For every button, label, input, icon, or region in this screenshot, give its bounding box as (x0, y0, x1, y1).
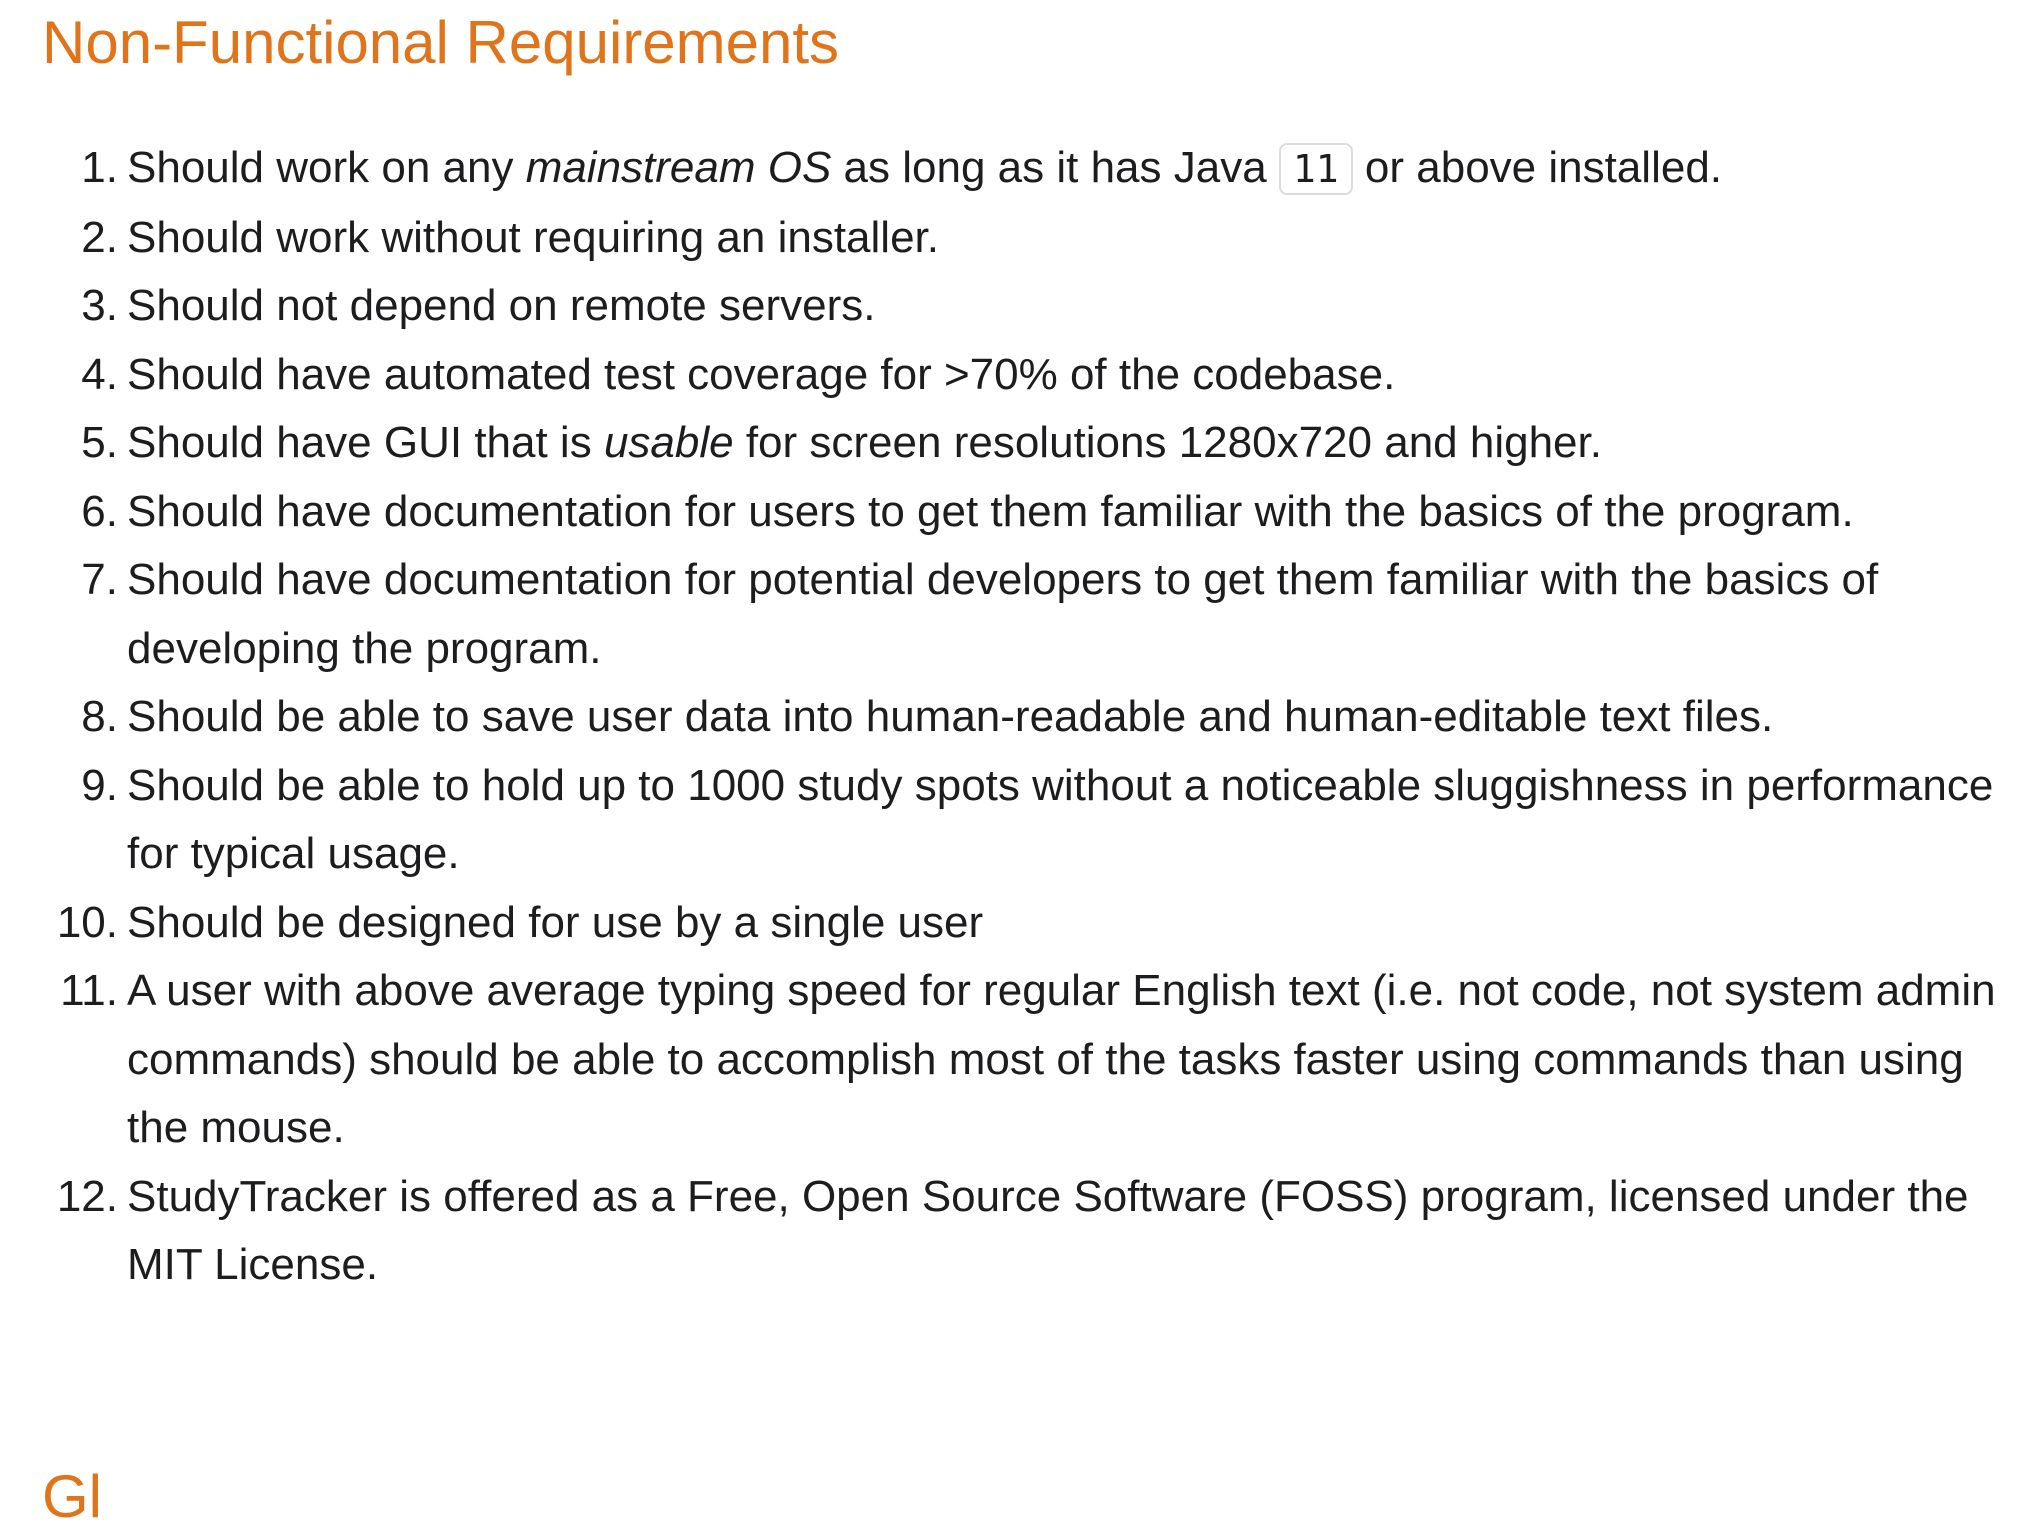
list-number: 4. (81, 349, 118, 399)
list-number: 3. (81, 281, 118, 330)
list-number: 8. (81, 692, 118, 741)
list-item-text: Should have documentation for users to g… (127, 486, 1854, 536)
list-number: 5. (81, 418, 118, 467)
requirements-list: 1. Should work on any mainstream OS as lo… (0, 134, 2020, 1300)
list-item: 10. Should be designed for use by a singl… (0, 889, 2020, 958)
list-item-text: Should be able to save user data into hu… (127, 692, 1774, 741)
list-item: 1. Should work on any mainstream OS as lo… (0, 134, 2020, 204)
list-number: 9. (81, 760, 118, 810)
list-item: 5. Should have GUI that is usable for scr… (0, 409, 2020, 478)
next-section-heading: Gl (42, 1463, 102, 1530)
list-number: 12. (56, 1171, 118, 1221)
list-item: 11. A user with above average typing spee… (0, 957, 2020, 1163)
list-item-text: Should work without requiring an install… (127, 212, 940, 262)
list-item: 2. Should work without requiring an insta… (0, 204, 2020, 273)
section-heading: Non-Functional Requirements (42, 9, 840, 76)
list-item-text: StudyTracker is offered as a Free, Open … (127, 1171, 1969, 1290)
list-item-text: Should have automated test coverage for … (127, 349, 1396, 399)
list-item-text: Should have GUI that is (127, 418, 604, 467)
list-item-text: as long as it has Java (831, 143, 1279, 192)
list-item-text: Should have documentation for potential … (127, 555, 1879, 673)
list-item: 7. Should have documentation for potentia… (0, 546, 2020, 683)
document-page: Non-Functional Requirements 1. Should wor… (0, 0, 2038, 1530)
list-item-text: Should be able to hold up to 1000 study … (127, 760, 1994, 879)
list-item: 4. Should have automated test coverage fo… (0, 341, 2020, 410)
list-number: 10. (56, 897, 118, 947)
list-number: 2. (81, 212, 118, 262)
emphasis-text: usable (603, 418, 734, 467)
list-item-text: Should not depend on remote servers. (127, 281, 876, 330)
list-item-text: A user with above average typing speed f… (127, 966, 1996, 1152)
list-item-text: Should work on any (127, 143, 526, 192)
list-item: 12. StudyTracker is offered as a Free, Op… (0, 1163, 2020, 1300)
list-number: 11. (60, 966, 118, 1015)
list-item: 9. Should be able to hold up to 1000 stud… (0, 752, 2020, 889)
list-item-text: for screen resolutions 1280x720 and high… (733, 418, 1602, 467)
list-item: 3. Should not depend on remote servers. (0, 272, 2020, 341)
emphasis-text: mainstream OS (525, 143, 832, 192)
inline-code: 11 (1278, 143, 1353, 195)
list-number: 7. (81, 555, 118, 604)
list-number: 1. (81, 143, 118, 192)
list-item: 6. Should have documentation for users to… (0, 478, 2020, 547)
list-item-text: Should be designed for use by a single u… (127, 897, 984, 947)
list-item: 8. Should be able to save user data into … (0, 683, 2020, 752)
list-item-text: or above installed. (1352, 143, 1723, 192)
list-number: 6. (81, 486, 118, 536)
